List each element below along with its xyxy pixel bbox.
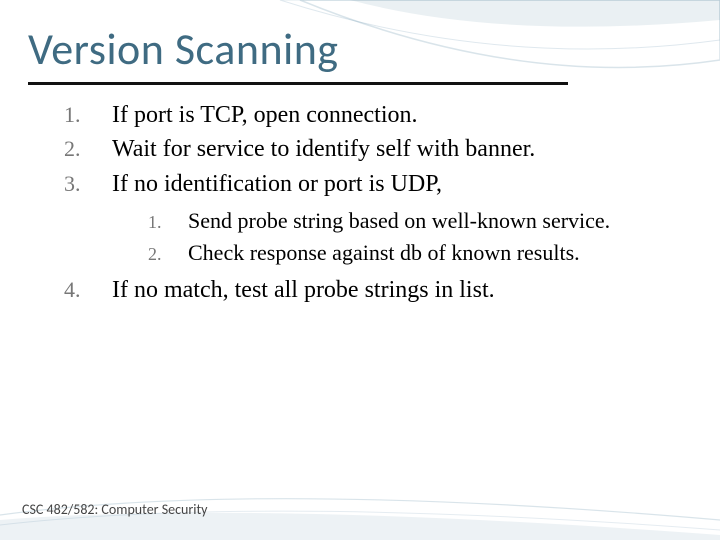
list-item: 2. Wait for service to identify self wit… — [64, 133, 692, 165]
sub-list-item: 1. Send probe string based on well-known… — [148, 206, 692, 236]
sub-item-text: Send probe string based on well-known se… — [188, 206, 610, 236]
list-item: 3. If no identification or port is UDP, — [64, 168, 692, 200]
title-underline — [28, 82, 568, 85]
item-text: If no match, test all probe strings in l… — [112, 274, 495, 306]
slide-footer: CSC 482/582: Computer Security — [22, 501, 208, 518]
sub-list: 1. Send probe string based on well-known… — [148, 206, 692, 267]
item-text: Wait for service to identify self with b… — [112, 133, 535, 165]
sub-list-item: 2. Check response against db of known re… — [148, 238, 692, 268]
item-number: 4. — [64, 277, 112, 303]
item-number: 3. — [64, 171, 112, 197]
item-text: If no identification or port is UDP, — [112, 168, 442, 200]
list-item: 4. If no match, test all probe strings i… — [64, 274, 692, 306]
slide-title: Version Scanning — [28, 22, 692, 76]
main-list: 1. If port is TCP, open connection. 2. W… — [64, 99, 692, 306]
sub-item-number: 1. — [148, 212, 188, 233]
sub-item-text: Check response against db of known resul… — [188, 238, 580, 268]
sub-item-number: 2. — [148, 244, 188, 265]
slide-content: Version Scanning 1. If port is TCP, open… — [0, 0, 720, 306]
item-number: 2. — [64, 136, 112, 162]
item-text: If port is TCP, open connection. — [112, 99, 418, 131]
item-number: 1. — [64, 102, 112, 128]
list-item: 1. If port is TCP, open connection. — [64, 99, 692, 131]
